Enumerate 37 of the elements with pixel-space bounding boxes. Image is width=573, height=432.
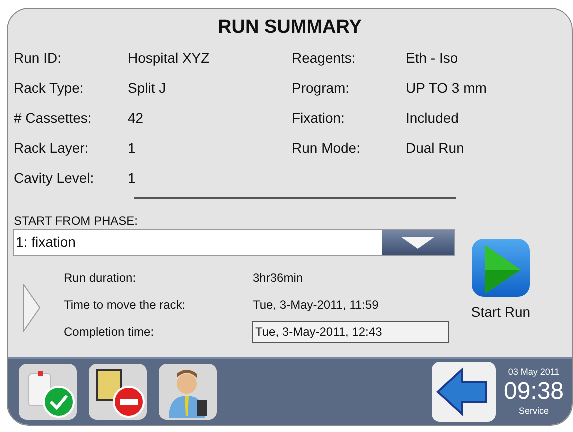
- status-date: 03 May 2011: [508, 366, 560, 379]
- field-label: # Cassettes:: [14, 108, 93, 128]
- field-value: Included: [406, 108, 459, 128]
- field-label: Rack Layer:: [14, 138, 90, 158]
- timing-value: 3hr36min: [252, 270, 304, 286]
- completion-time-field: Tue, 3-May-2011, 12:43: [252, 320, 449, 342]
- field-value: 42: [128, 108, 144, 128]
- status-time: 09:38: [504, 379, 564, 405]
- field-value: 1: [128, 168, 136, 188]
- field-value: Dual Run: [406, 138, 464, 158]
- timing-value: Tue, 3-May-2011, 11:59: [252, 296, 380, 314]
- status-mode: Service: [518, 405, 549, 418]
- rack-blocked-icon[interactable]: [89, 364, 147, 420]
- screen-title: RUN SUMMARY: [218, 16, 362, 40]
- phase-dropdown[interactable]: 1: fixation: [13, 229, 455, 256]
- timing-label: Run duration:: [64, 270, 138, 286]
- field-value: UP TO 3 mm: [406, 78, 487, 98]
- field-value: Eth - Iso: [406, 48, 458, 68]
- field-label: Run ID:: [14, 48, 62, 68]
- field-label: Program:: [292, 78, 351, 98]
- field-value: 1: [128, 138, 136, 158]
- field-label: Fixation:: [292, 108, 346, 128]
- phase-label: START FROM PHASE:: [14, 214, 138, 228]
- field-label: Run Mode:: [292, 138, 362, 158]
- play-icon: [471, 238, 531, 298]
- user-icon[interactable]: [159, 364, 217, 420]
- dropdown-arrow-icon: [401, 236, 435, 248]
- field-value: Hospital XYZ: [128, 48, 210, 68]
- field-label: Reagents:: [292, 48, 357, 68]
- field-label: Cavity Level:: [14, 168, 96, 188]
- field-label: Rack Type:: [14, 78, 85, 98]
- field-value: Split J: [128, 78, 166, 98]
- start-run-button[interactable]: Start Run: [463, 238, 539, 345]
- timing-label: Time to move the rack:: [64, 296, 187, 314]
- reagent-ok-icon[interactable]: [19, 364, 77, 420]
- expand-arrow-icon[interactable]: [23, 284, 41, 332]
- timing-label: Completion time:: [64, 324, 156, 340]
